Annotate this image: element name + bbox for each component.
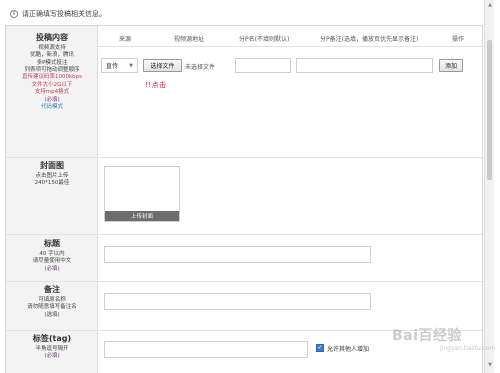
- scroll-down-icon[interactable]: ▼: [486, 362, 494, 368]
- tag-input[interactable]: [104, 341, 308, 358]
- tag-section-label: 标签(tag) 半角逗号隔开 (必填): [6, 334, 98, 361]
- header-action: 操作: [452, 36, 465, 43]
- add-button[interactable]: 添加: [439, 59, 463, 72]
- part-name-input[interactable]: [235, 58, 291, 73]
- remark-optional: (选填): [44, 311, 60, 318]
- source-select-value: 直传: [106, 63, 119, 70]
- scrollbar-thumb[interactable]: [487, 40, 492, 180]
- section-divider: [6, 281, 484, 282]
- source-select[interactable]: 直传 ▼: [101, 58, 138, 73]
- title-section-title: 标题: [44, 239, 60, 248]
- cover-section-title: 封面图: [40, 161, 64, 170]
- upload-hint-format: 支持mp4格式: [34, 89, 70, 96]
- notice-text: 请正确填写投稿相关信息。: [22, 10, 106, 18]
- no-file-text: 未选择文件: [185, 64, 216, 71]
- upload-hint-2: 优酷，新浪，腾讯: [29, 52, 74, 59]
- tag-section-title: 标签(tag): [32, 334, 72, 343]
- title-input[interactable]: [104, 246, 371, 263]
- click-annotation: !!点击: [145, 81, 167, 89]
- watermark-logo: Bai百经验: [392, 328, 462, 344]
- remark-input[interactable]: [104, 293, 371, 310]
- allow-others-label: 允许其他人增加: [327, 346, 370, 353]
- upload-cover-button[interactable]: 上传封面: [105, 211, 179, 221]
- notice-bar: i 请正确填写投稿相关信息。: [10, 7, 480, 21]
- title-section-label: 标题 40 字以内 请尽量使用中文 (必填): [6, 239, 98, 273]
- chevron-down-icon: ▼: [129, 63, 133, 69]
- header-divider: [98, 46, 484, 47]
- header-source: 来源: [119, 36, 132, 43]
- upload-section-title: 投稿内容: [36, 33, 68, 42]
- upload-hint-3: 多P模式投注: [36, 59, 68, 66]
- title-required: (必填): [44, 265, 60, 272]
- cover-section-label: 封面图 点击图片上传 240*150最佳: [6, 161, 98, 188]
- scroll-up-icon[interactable]: ▲: [486, 2, 494, 8]
- header-part-name: 分P名(不填则默认): [239, 36, 290, 43]
- cover-image-upload[interactable]: 上传封面: [104, 166, 180, 222]
- upload-form: 来源 视频源地址 分P名(不填则默认) 分P备注(选填，播放页优先显示备注) 操…: [5, 25, 484, 373]
- cover-hint-2: 240*150最佳: [34, 180, 70, 187]
- section-divider: [6, 157, 484, 158]
- remark-hint-2: 请勿随意填写备注名: [27, 304, 77, 311]
- header-video-url: 视频源地址: [174, 36, 205, 43]
- vertical-scrollbar[interactable]: ▲ ▼: [484, 0, 494, 373]
- upload-hint-bitrate: 直传建议码率1000kbps: [21, 74, 83, 81]
- header-part-note: 分P备注(选填，播放页优先显示备注): [320, 36, 419, 43]
- tag-required: (必填): [44, 353, 60, 360]
- info-icon: i: [10, 10, 18, 18]
- watermark-url: jingyan.baidu.com: [440, 345, 496, 352]
- section-divider: [6, 234, 484, 235]
- part-note-input[interactable]: [296, 58, 433, 73]
- code-mode-link[interactable]: 代码模式: [6, 104, 98, 111]
- remark-section-label: 备注 可填原名称 请勿随意填写备注名 (选填): [6, 285, 98, 319]
- title-hint-2: 请尽量使用中文: [32, 258, 72, 265]
- allow-others-checkbox[interactable]: ✓: [316, 344, 324, 352]
- upload-section-label: 投稿内容 视频源支持 优酷，新浪，腾讯 多P模式投注 列表项可拖动调整顺序 直传…: [6, 33, 98, 112]
- remark-section-title: 备注: [44, 285, 60, 294]
- choose-file-button[interactable]: 选择文件: [143, 59, 182, 72]
